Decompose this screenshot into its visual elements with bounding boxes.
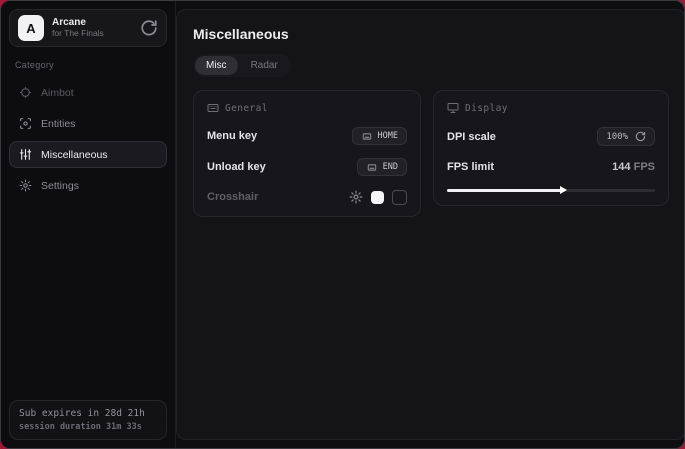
sidebar-item-label: Settings [41, 180, 79, 192]
fps-limit-slider[interactable] [447, 186, 655, 194]
general-card-header: General [207, 102, 407, 114]
menu-key-value: HOME [378, 131, 398, 141]
crosshair-checkbox[interactable] [392, 190, 407, 205]
fps-unit: FPS [634, 161, 655, 173]
session-duration-text: session duration 31m 33s [19, 422, 157, 432]
sub-expiry-text: Sub expires in 28d 21h [19, 408, 157, 419]
subscription-card: Sub expires in 28d 21h session duration … [9, 400, 167, 440]
fps-limit-label: FPS limit [447, 161, 494, 173]
unload-key-row: Unload key END [207, 158, 407, 176]
slider-fill [447, 189, 563, 192]
crosshair-settings-gear-icon[interactable] [349, 190, 363, 204]
fps-number: 144 [612, 161, 630, 173]
dpi-scale-label: DPI scale [447, 131, 496, 143]
sidebar-item-label: Aimbot [41, 87, 74, 99]
sidebar-item-entities[interactable]: Entities [9, 110, 167, 137]
display-card: Display DPI scale 100% [433, 90, 669, 206]
app-logo: A [18, 15, 44, 41]
display-card-title: Display [465, 103, 508, 114]
general-card: General Menu key HOME [193, 90, 421, 217]
unload-key-value: END [383, 162, 398, 172]
general-card-title: General [225, 103, 268, 114]
fps-limit-row: FPS limit 144 FPS [447, 159, 655, 175]
menu-key-row: Menu key HOME [207, 127, 407, 145]
brand-text: Arcane for The Finals [52, 17, 132, 38]
crosshair-icon [19, 86, 32, 99]
crosshair-row: Crosshair [207, 189, 407, 205]
sidebar-item-miscellaneous[interactable]: Miscellaneous [9, 141, 167, 168]
sidebar-footer: Sub expires in 28d 21h session duration … [9, 400, 167, 440]
unload-key-button[interactable]: END [357, 158, 407, 176]
tab-misc[interactable]: Misc [195, 56, 238, 75]
sidebar-item-label: Miscellaneous [41, 149, 108, 161]
slider-thumb[interactable] [560, 186, 567, 194]
dpi-scale-value: 100% [606, 132, 628, 142]
display-card-header: Display [447, 102, 655, 114]
rotate-cw-icon [635, 131, 646, 142]
tab-bar: Misc Radar [193, 54, 291, 77]
sidebar-item-label: Entities [41, 118, 75, 130]
dpi-scale-row: DPI scale 100% [447, 127, 655, 146]
brand-card: A Arcane for The Finals [9, 9, 167, 47]
app-window: A Arcane for The Finals Category [0, 0, 685, 449]
unload-key-label: Unload key [207, 161, 266, 173]
dpi-scale-button[interactable]: 100% [597, 127, 655, 146]
sync-icon[interactable] [140, 19, 158, 37]
app-subtitle: for The Finals [52, 29, 132, 39]
scan-eye-icon [19, 117, 32, 130]
keyboard-icon [361, 132, 373, 141]
tab-radar[interactable]: Radar [240, 56, 289, 75]
main-panel: Miscellaneous Misc Radar Gene [176, 9, 685, 440]
cards-row: General Menu key HOME [193, 90, 669, 217]
sidebar: A Arcane for The Finals Category [1, 1, 176, 448]
sliders-icon [19, 148, 32, 161]
sidebar-item-aimbot[interactable]: Aimbot [9, 79, 167, 106]
menu-key-label: Menu key [207, 130, 257, 142]
fps-limit-value: 144 FPS [612, 161, 655, 173]
crosshair-controls [349, 190, 407, 205]
keyboard-icon [366, 163, 378, 172]
crosshair-label: Crosshair [207, 191, 258, 203]
crosshair-color-swatch[interactable] [371, 191, 384, 204]
monitor-icon [447, 102, 459, 114]
gear-icon [19, 179, 32, 192]
keyboard-icon [207, 102, 219, 114]
main-wrap: Miscellaneous Misc Radar Gene [176, 1, 685, 448]
page-title: Miscellaneous [193, 26, 669, 42]
sidebar-item-settings[interactable]: Settings [9, 172, 167, 199]
category-label: Category [15, 60, 167, 70]
menu-key-button[interactable]: HOME [352, 127, 407, 145]
